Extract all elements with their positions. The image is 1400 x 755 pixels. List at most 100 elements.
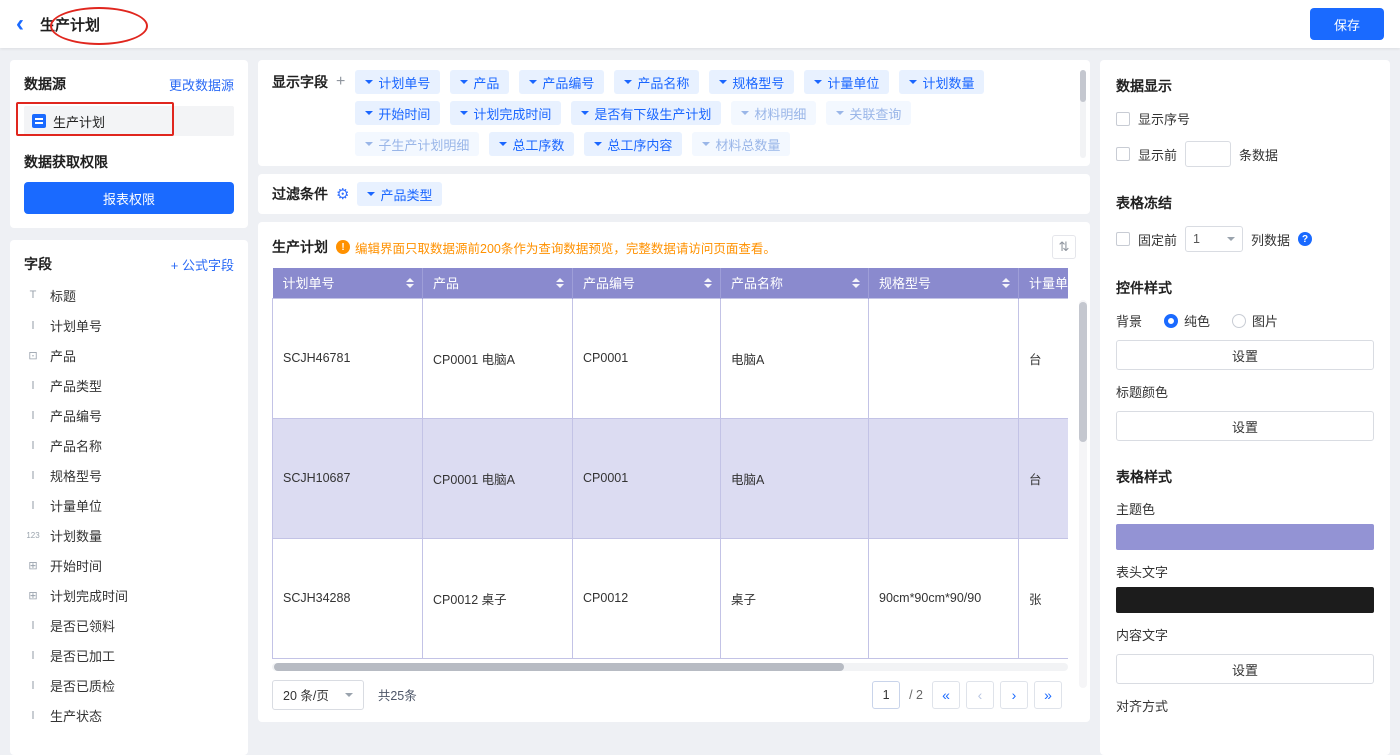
display-field-tag[interactable]: 规格型号: [709, 70, 794, 94]
back-icon[interactable]: ‹: [16, 12, 24, 36]
warning-icon: !: [336, 240, 350, 254]
column-sort-icon[interactable]: [1002, 278, 1010, 288]
first-page-button[interactable]: «: [932, 681, 960, 709]
freeze-prefix: 固定前: [1138, 230, 1177, 249]
field-label: 产品名称: [50, 436, 102, 455]
table-row[interactable]: SCJH10687CP0001 电脑ACP0001电脑A台: [273, 418, 1069, 538]
report-permission-button[interactable]: 报表权限: [24, 182, 234, 214]
freeze-checkbox[interactable]: [1116, 232, 1130, 246]
column-header[interactable]: 计划单号: [273, 268, 423, 298]
save-button[interactable]: 保存: [1310, 8, 1384, 40]
display-field-tag[interactable]: 产品: [450, 70, 509, 94]
freeze-count-value: 1: [1193, 232, 1200, 246]
prev-page-button[interactable]: ‹: [966, 681, 994, 709]
show-first-count-input[interactable]: [1185, 141, 1231, 167]
column-header[interactable]: 产品: [423, 268, 573, 298]
field-item[interactable]: 123 计划数量: [24, 520, 234, 550]
page-size-select[interactable]: 20 条/页: [272, 680, 364, 710]
field-item[interactable]: Ⅰ 是否已加工: [24, 640, 234, 670]
field-item[interactable]: Ⅰ 产品类型: [24, 370, 234, 400]
help-icon[interactable]: ?: [1298, 232, 1312, 246]
column-header[interactable]: 产品名称: [721, 268, 869, 298]
sort-order-icon[interactable]: ⇅: [1052, 235, 1076, 259]
field-type-icon: Ⅰ: [24, 709, 42, 722]
field-label: 计划单号: [50, 316, 102, 335]
change-datasource-link[interactable]: 更改数据源: [169, 75, 234, 94]
display-field-tag[interactable]: 产品编号: [519, 70, 604, 94]
datasource-item[interactable]: 生产计划: [24, 106, 234, 136]
field-item[interactable]: ⊡ 产品: [24, 340, 234, 370]
table-preview-panel: 生产计划 ! 编辑界面只取数据源前200条作为查询数据预览，完整数据请访问页面查…: [258, 222, 1090, 722]
next-page-button[interactable]: ›: [1000, 681, 1028, 709]
column-sort-icon[interactable]: [406, 278, 414, 288]
field-type-icon: Ⅰ: [24, 499, 42, 512]
display-field-tag[interactable]: 计划单号: [355, 70, 440, 94]
freeze-count-select[interactable]: 1: [1185, 226, 1243, 252]
tag-label: 产品名称: [637, 73, 689, 92]
title-color-setting-button[interactable]: 设置: [1116, 411, 1374, 441]
background-setting-button[interactable]: 设置: [1116, 340, 1374, 370]
background-label: 背景: [1116, 311, 1142, 330]
horizontal-scrollbar[interactable]: [274, 663, 844, 671]
datasource-title: 数据源: [24, 74, 66, 94]
table-cell: CP0001: [573, 298, 721, 418]
display-field-tag[interactable]: 计划完成时间: [450, 101, 561, 125]
field-item[interactable]: Ⅰ 计量单位: [24, 490, 234, 520]
show-first-checkbox[interactable]: [1116, 147, 1130, 161]
field-item[interactable]: Ⅰ 生产状态: [24, 700, 234, 730]
field-item[interactable]: ⊞ 开始时间: [24, 550, 234, 580]
field-item[interactable]: T 标题: [24, 280, 234, 310]
column-sort-icon[interactable]: [704, 278, 712, 288]
solid-color-radio[interactable]: [1164, 314, 1178, 328]
display-field-tag[interactable]: 材料总数量: [692, 132, 790, 156]
show-first-prefix: 显示前: [1138, 145, 1177, 164]
header-text-color-swatch[interactable]: [1116, 587, 1374, 613]
column-header[interactable]: 规格型号: [869, 268, 1019, 298]
display-field-tag[interactable]: 材料明细: [731, 101, 816, 125]
form-icon: [32, 114, 46, 128]
display-field-tag[interactable]: 产品名称: [614, 70, 699, 94]
data-table: 计划单号产品产品编号产品名称 规格型号计量单位 SCJH46781CP0001 电…: [272, 268, 1068, 659]
field-item[interactable]: ⊞ 计划完成时间: [24, 580, 234, 610]
column-header[interactable]: 计量单位: [1019, 268, 1069, 298]
table-cell: CP0001 电脑A: [423, 418, 573, 538]
column-sort-icon[interactable]: [852, 278, 860, 288]
column-header-label: 产品名称: [731, 276, 783, 291]
field-item[interactable]: Ⅰ 是否已质检: [24, 670, 234, 700]
show-index-checkbox[interactable]: [1116, 112, 1130, 126]
gear-icon[interactable]: ⚙: [336, 187, 349, 202]
table-row[interactable]: SCJH46781CP0001 电脑ACP0001电脑A台: [273, 298, 1069, 418]
image-radio[interactable]: [1232, 314, 1246, 328]
display-field-tag[interactable]: 计量单位: [804, 70, 889, 94]
title-color-label: 标题颜色: [1116, 382, 1374, 401]
datasource-panel: 数据源 更改数据源 生产计划 数据获取权限 报表权限: [10, 60, 248, 228]
column-header[interactable]: 产品编号: [573, 268, 721, 298]
field-item[interactable]: Ⅰ 规格型号: [24, 460, 234, 490]
vertical-scrollbar[interactable]: [1079, 302, 1087, 442]
content-text-setting-button[interactable]: 设置: [1116, 654, 1374, 684]
display-field-tag[interactable]: 计划数量: [899, 70, 984, 94]
field-item[interactable]: Ⅰ 计划单号: [24, 310, 234, 340]
field-item[interactable]: Ⅰ 是否已领料: [24, 610, 234, 640]
field-type-icon: Ⅰ: [24, 619, 42, 632]
last-page-button[interactable]: »: [1034, 681, 1062, 709]
column-sort-icon[interactable]: [556, 278, 564, 288]
display-field-tag[interactable]: 总工序数: [489, 132, 574, 156]
display-field-tag[interactable]: 子生产计划明细: [355, 132, 479, 156]
theme-color-swatch[interactable]: [1116, 524, 1374, 550]
filter-tag[interactable]: 产品类型: [357, 182, 442, 206]
field-item[interactable]: Ⅰ 产品名称: [24, 430, 234, 460]
display-field-tag[interactable]: 关联查询: [826, 101, 911, 125]
notice-text: 编辑界面只取数据源前200条作为查询数据预览，完整数据请访问页面查看。: [355, 238, 776, 257]
current-page-input[interactable]: 1: [872, 681, 900, 709]
field-item[interactable]: Ⅰ 产品编号: [24, 400, 234, 430]
add-field-icon[interactable]: +: [336, 73, 345, 91]
vertical-scrollbar[interactable]: [1080, 70, 1086, 102]
display-field-tag[interactable]: 总工序内容: [584, 132, 682, 156]
table-row[interactable]: SCJH34288CP0012 桌子CP0012桌子90cm*90cm*90/9…: [273, 538, 1069, 658]
display-field-tag[interactable]: 是否有下级生产计划: [571, 101, 721, 125]
add-formula-field-link[interactable]: + 公式字段: [171, 255, 234, 274]
tag-label: 关联查询: [849, 104, 901, 123]
display-field-tag[interactable]: 开始时间: [355, 101, 440, 125]
table-header-row: 计划单号产品产品编号产品名称 规格型号计量单位: [273, 268, 1069, 298]
